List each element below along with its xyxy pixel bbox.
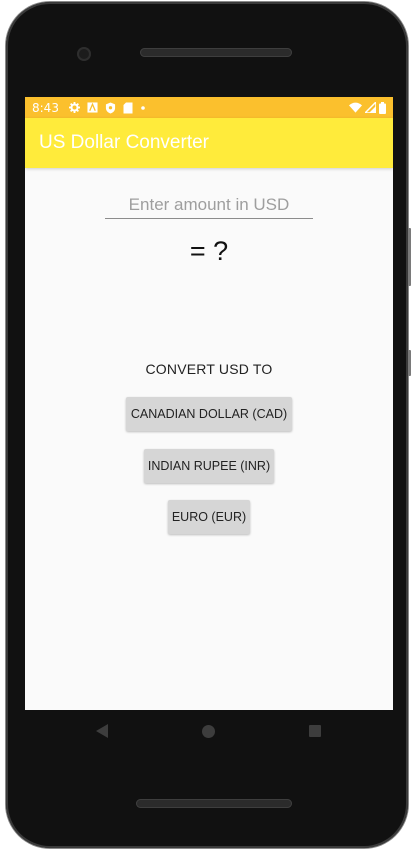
conversion-result: = ? xyxy=(189,236,229,266)
status-bar: 8:43 xyxy=(25,97,393,118)
power-button xyxy=(408,350,411,376)
a-box-icon xyxy=(87,102,98,113)
dot-icon xyxy=(141,105,145,110)
gear-icon xyxy=(68,102,80,113)
usd-amount-input[interactable] xyxy=(105,192,313,219)
sd-card-icon xyxy=(123,102,133,113)
battery-icon xyxy=(379,101,386,114)
volume-button xyxy=(408,228,411,286)
app-toolbar: US Dollar Converter xyxy=(25,118,393,168)
status-system-icons xyxy=(349,101,386,114)
convert-usd-to-label: CONVERT USD TO xyxy=(145,361,273,377)
convert-cad-button[interactable]: CANADIAN DOLLAR (CAD) xyxy=(126,397,292,431)
bottom-speaker xyxy=(136,799,292,808)
convert-inr-button[interactable]: INDIAN RUPEE (INR) xyxy=(144,449,274,483)
front-camera xyxy=(77,47,91,61)
back-icon[interactable] xyxy=(96,724,108,738)
app-screen: 8:43 US Dollar Converter Enter amount in… xyxy=(25,97,393,710)
shield-icon xyxy=(105,102,116,113)
status-notification-icons xyxy=(68,102,146,114)
app-title: US Dollar Converter xyxy=(39,132,209,153)
home-icon[interactable] xyxy=(202,725,215,738)
status-time: 8:43 xyxy=(32,100,59,115)
top-speaker xyxy=(140,48,292,57)
wifi-icon xyxy=(349,102,362,113)
signal-icon xyxy=(365,102,376,113)
converter-content: = ? CONVERT USD TO CANADIAN DOLLAR (CAD)… xyxy=(25,168,393,710)
system-nav-bar xyxy=(25,710,393,754)
recents-icon[interactable] xyxy=(309,725,321,737)
convert-eur-button[interactable]: EURO (EUR) xyxy=(168,500,250,534)
